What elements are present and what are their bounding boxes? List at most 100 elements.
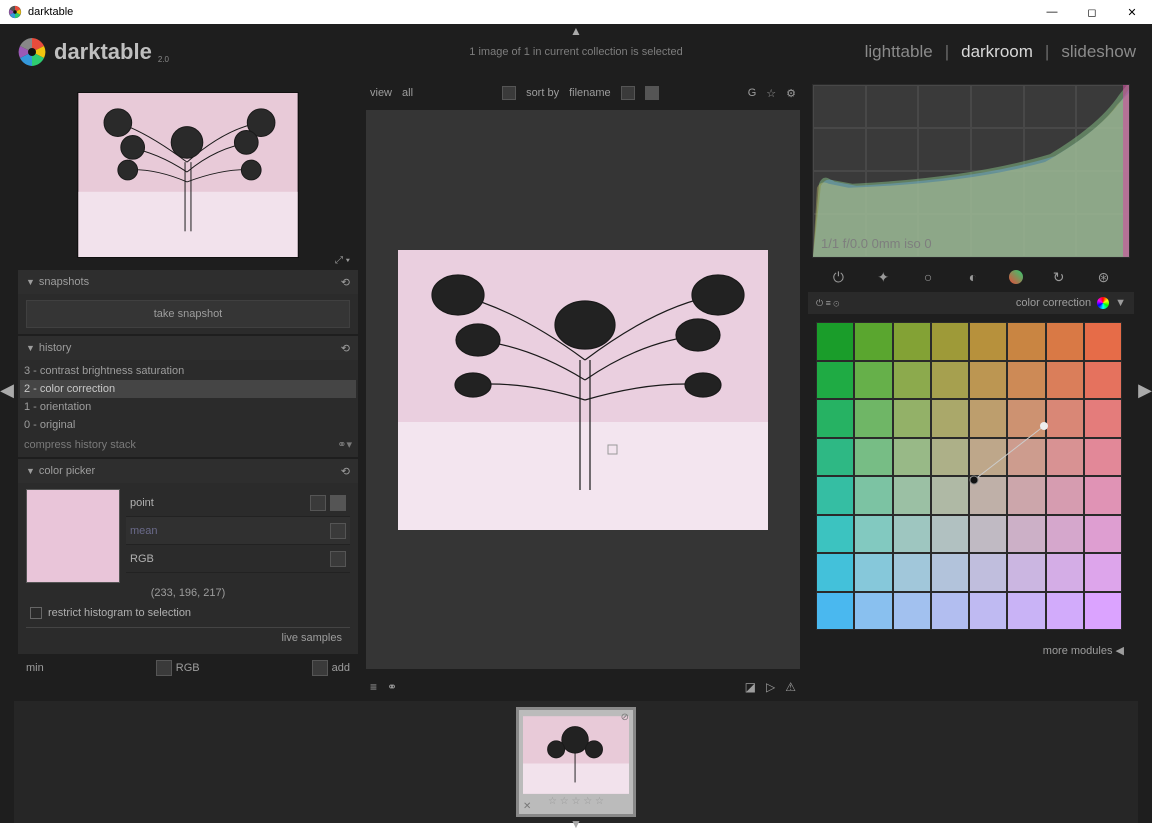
module-power-icon[interactable]: ⏻ ≡ ⊙ xyxy=(816,298,839,309)
color-cell[interactable] xyxy=(931,476,969,515)
color-cell[interactable] xyxy=(1084,322,1122,361)
color-cell[interactable] xyxy=(1046,361,1084,400)
histogram[interactable]: 1/1 f/0.0 0mm iso 0 xyxy=(812,84,1130,258)
color-cell[interactable] xyxy=(1046,553,1084,592)
softproof-icon[interactable]: ▷ xyxy=(766,680,775,694)
effect-icon[interactable]: ⊛ xyxy=(1094,268,1112,286)
menu-icon[interactable]: ≡ xyxy=(370,680,377,694)
color-cell[interactable] xyxy=(1007,438,1045,477)
history-item[interactable]: 2 - color correction xyxy=(20,380,356,398)
picker-active-icon[interactable] xyxy=(330,495,346,511)
color-cell[interactable] xyxy=(893,515,931,554)
color-cell[interactable] xyxy=(1046,592,1084,631)
contrast-icon[interactable]: ◐ xyxy=(964,268,982,286)
color-cell[interactable] xyxy=(1084,592,1122,631)
snapshots-header[interactable]: ▼ snapshots ⟲ xyxy=(18,270,358,294)
sortby-value[interactable]: filename xyxy=(569,87,611,99)
reject-icon[interactable]: ⊘ xyxy=(621,712,629,723)
compress-history[interactable]: compress history stack xyxy=(24,439,136,451)
color-cell[interactable] xyxy=(893,438,931,477)
history-item[interactable]: 1 - orientation xyxy=(20,398,356,416)
color-cell[interactable] xyxy=(1007,515,1045,554)
color-cell[interactable] xyxy=(931,322,969,361)
rating-stars[interactable]: ☆ ☆ ☆ ☆ ☆ xyxy=(523,796,629,810)
color-cell[interactable] xyxy=(1007,361,1045,400)
color-cell[interactable] xyxy=(1046,438,1084,477)
color-cell[interactable] xyxy=(854,361,892,400)
collapse-bottom-icon[interactable]: ▼ xyxy=(570,817,582,831)
group-label[interactable]: G xyxy=(748,87,757,99)
color-cell[interactable] xyxy=(1046,322,1084,361)
dropdown-icon[interactable] xyxy=(312,660,328,676)
color-cell[interactable] xyxy=(854,592,892,631)
color-cell[interactable] xyxy=(969,399,1007,438)
color-cell[interactable] xyxy=(1084,553,1122,592)
color-cell[interactable] xyxy=(931,515,969,554)
module-color-icon[interactable] xyxy=(1097,297,1109,309)
color-cell[interactable] xyxy=(1007,553,1045,592)
filmstrip[interactable]: ☆ ☆ ☆ ☆ ☆ ⊘ ✕ ▼ xyxy=(14,701,1138,823)
color-cell[interactable] xyxy=(1084,438,1122,477)
color-cell[interactable] xyxy=(854,322,892,361)
color-cell[interactable] xyxy=(931,399,969,438)
color-cell[interactable] xyxy=(1046,476,1084,515)
color-cell[interactable] xyxy=(969,553,1007,592)
image-canvas[interactable] xyxy=(366,110,800,669)
color-cell[interactable] xyxy=(1007,592,1045,631)
remove-icon[interactable]: ✕ xyxy=(523,801,531,812)
reset-icon[interactable]: ⟲ xyxy=(341,342,350,355)
sort-dir-icon[interactable] xyxy=(645,86,659,100)
restrict-checkbox[interactable] xyxy=(30,607,42,619)
color-cell[interactable] xyxy=(893,476,931,515)
color-cell[interactable] xyxy=(816,592,854,631)
color-cell[interactable] xyxy=(816,361,854,400)
circle-icon[interactable]: ○ xyxy=(919,268,937,286)
nav-thumbnail[interactable] xyxy=(77,92,299,258)
color-cell[interactable] xyxy=(854,399,892,438)
color-cell[interactable] xyxy=(854,438,892,477)
module-header[interactable]: ⏻ ≡ ⊙ color correction ▼ xyxy=(808,292,1134,314)
color-cell[interactable] xyxy=(969,438,1007,477)
color-cell[interactable] xyxy=(893,322,931,361)
color-cell[interactable] xyxy=(931,361,969,400)
dropdown-icon[interactable] xyxy=(156,660,172,676)
gamut-icon[interactable]: ⚠ xyxy=(785,680,796,694)
correct-icon[interactable]: ↻ xyxy=(1050,268,1068,286)
tab-slideshow[interactable]: slideshow xyxy=(1061,42,1136,62)
gear-icon[interactable]: ⚙ xyxy=(786,87,796,100)
color-cell[interactable] xyxy=(969,322,1007,361)
color-cell[interactable] xyxy=(893,399,931,438)
history-item[interactable]: 0 - original xyxy=(20,416,356,434)
history-item[interactable]: 3 - contrast brightness saturation xyxy=(20,362,356,380)
style-icon[interactable]: ⚭ xyxy=(387,680,397,694)
tab-lighttable[interactable]: lighttable xyxy=(865,42,933,62)
color-cell[interactable] xyxy=(893,592,931,631)
dropdown-icon[interactable] xyxy=(330,551,346,567)
dropdown-icon[interactable] xyxy=(330,523,346,539)
color-cell[interactable] xyxy=(931,553,969,592)
close-button[interactable]: ✕ xyxy=(1112,0,1152,24)
star-icon[interactable]: ✦ xyxy=(874,268,892,286)
color-cell[interactable] xyxy=(1007,476,1045,515)
style-icon[interactable]: ⚭▾ xyxy=(337,438,352,451)
color-cell[interactable] xyxy=(1007,322,1045,361)
color-cell[interactable] xyxy=(969,515,1007,554)
color-cell[interactable] xyxy=(1084,399,1122,438)
color-cell[interactable] xyxy=(893,553,931,592)
power-icon[interactable]: ⏻ xyxy=(829,268,847,286)
reset-icon[interactable]: ⟲ xyxy=(341,465,350,478)
color-cell[interactable] xyxy=(969,361,1007,400)
color-cell[interactable] xyxy=(816,438,854,477)
color-cell[interactable] xyxy=(931,592,969,631)
color-cell[interactable] xyxy=(816,553,854,592)
color-cell[interactable] xyxy=(1046,515,1084,554)
history-header[interactable]: ▼ history ⟲ xyxy=(18,336,358,360)
color-cell[interactable] xyxy=(854,515,892,554)
color-cell[interactable] xyxy=(969,592,1007,631)
color-correction-grid[interactable] xyxy=(816,322,1122,630)
color-cell[interactable] xyxy=(816,399,854,438)
color-cell[interactable] xyxy=(1007,399,1045,438)
filter-icon[interactable] xyxy=(502,86,516,100)
color-cell[interactable] xyxy=(1046,399,1084,438)
overexpose-icon[interactable]: ◪ xyxy=(745,680,756,694)
